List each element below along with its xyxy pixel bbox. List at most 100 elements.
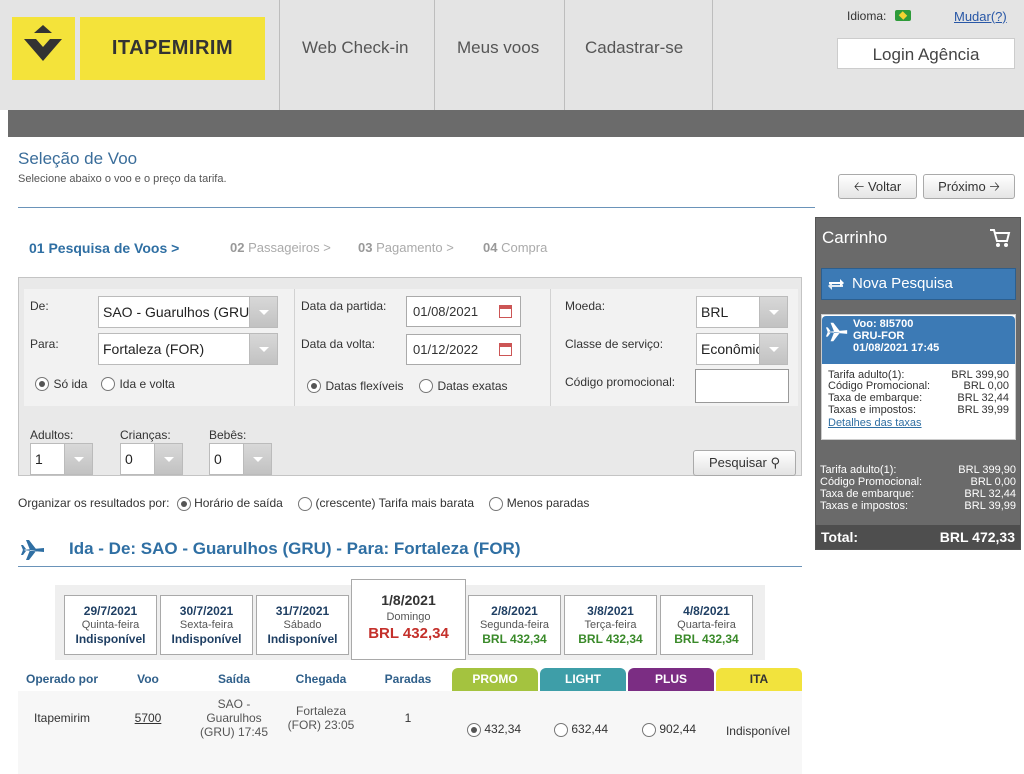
exact-dates-radio[interactable] bbox=[419, 378, 433, 393]
calendar-icon[interactable] bbox=[499, 343, 512, 356]
arrow-left-icon: 🡠 bbox=[853, 179, 865, 194]
nav-divider bbox=[564, 0, 565, 110]
infants-select[interactable]: 0 bbox=[209, 443, 272, 475]
fare-plus-radio[interactable] bbox=[642, 722, 656, 737]
cart-flight-number: Voo: 8I5700 bbox=[853, 318, 914, 330]
chevron-down-icon bbox=[249, 297, 277, 327]
one-way-option[interactable]: Só ida bbox=[35, 375, 87, 393]
brazil-flag-icon bbox=[895, 10, 911, 21]
round-trip-option[interactable]: Ida e volta bbox=[101, 375, 175, 393]
sort-departure-label: Horário de saída bbox=[194, 496, 283, 510]
flexible-dates-option[interactable]: Datas flexíveis bbox=[307, 377, 403, 395]
sort-cheapest-radio[interactable] bbox=[298, 496, 313, 511]
chevron-down-icon bbox=[759, 334, 787, 364]
fare-line-label: Código Promocional: bbox=[828, 380, 931, 392]
return-date-label: Data da volta: bbox=[301, 337, 376, 351]
nav-divider bbox=[434, 0, 435, 110]
nav-web-checkin[interactable]: Web Check-in bbox=[302, 38, 408, 58]
page-subtitle: Selecione abaixo o voo e o preço da tari… bbox=[18, 173, 227, 185]
fare-light-option[interactable]: 632,44 bbox=[554, 722, 608, 737]
nav-register[interactable]: Cadastrar-se bbox=[585, 38, 683, 58]
fare-line-label: Taxas e impostos: bbox=[828, 404, 917, 416]
from-select[interactable]: SAO - Guarulhos (GRU) bbox=[98, 296, 278, 328]
fare-light-radio[interactable] bbox=[554, 722, 568, 737]
children-label: Crianças: bbox=[120, 428, 171, 442]
fare-header-plus: PLUS bbox=[628, 668, 714, 691]
fare-line-label: Taxa de embarque: bbox=[828, 392, 923, 404]
flexible-dates-radio[interactable] bbox=[307, 378, 321, 393]
back-button[interactable]: 🡠 Voltar bbox=[838, 174, 917, 199]
fare-line-value: BRL 32,44 bbox=[957, 392, 1009, 404]
new-search-button[interactable]: Nova Pesquisa bbox=[821, 268, 1016, 300]
header-arrival: Chegada bbox=[295, 672, 347, 686]
class-label: Classe de serviço: bbox=[565, 337, 664, 351]
sort-departure-radio[interactable] bbox=[176, 496, 191, 511]
summary-label: Tarifa adulto(1): bbox=[820, 464, 897, 476]
depart-date-input[interactable]: 01/08/2021 bbox=[406, 296, 521, 327]
one-way-radio[interactable] bbox=[35, 376, 49, 391]
chevron-down-icon bbox=[64, 444, 92, 474]
brand-logo-text[interactable]: ITAPEMIRIM bbox=[80, 17, 265, 80]
summary-value: BRL 0,00 bbox=[970, 476, 1016, 488]
fare-plus-option[interactable]: 902,44 bbox=[642, 722, 696, 737]
refresh-icon bbox=[826, 276, 846, 293]
chevron-down-icon bbox=[249, 334, 277, 364]
departure-cell: SAO - Guarulhos (GRU) 17:45 bbox=[199, 697, 269, 739]
nav-divider bbox=[279, 0, 280, 110]
exact-dates-option[interactable]: Datas exatas bbox=[419, 377, 508, 395]
return-date-input[interactable]: 01/12/2022 bbox=[406, 334, 521, 365]
search-button[interactable]: Pesquisar ⚲ bbox=[693, 450, 796, 476]
round-trip-label: Ida e volta bbox=[119, 377, 175, 391]
header-bar bbox=[8, 110, 1024, 137]
fare-promo-radio[interactable] bbox=[467, 722, 481, 737]
header-flight: Voo bbox=[137, 672, 159, 686]
summary-value: BRL 39,99 bbox=[964, 500, 1016, 512]
round-trip-radio[interactable] bbox=[101, 376, 115, 391]
to-select[interactable]: Fortaleza (FOR) bbox=[98, 333, 278, 365]
header-operator: Operado por bbox=[25, 672, 98, 686]
tax-details-link[interactable]: Detalhes das taxas bbox=[828, 417, 922, 429]
form-divider bbox=[294, 289, 295, 406]
calendar-icon[interactable] bbox=[499, 305, 512, 318]
currency-select[interactable]: BRL bbox=[696, 296, 788, 328]
page-title: Seleção de Voo bbox=[18, 149, 138, 168]
fare-promo-option[interactable]: 432,34 bbox=[467, 722, 521, 737]
search-icon: ⚲ bbox=[770, 455, 780, 470]
fare-promo-price: 432,34 bbox=[484, 722, 522, 736]
step-passengers: 02 Passageiros > bbox=[230, 240, 331, 255]
date-tab[interactable]: 31/7/2021 Sábado Indisponível bbox=[256, 595, 349, 655]
summary-label: Taxa de embarque: bbox=[820, 488, 915, 500]
header-stops: Paradas bbox=[384, 672, 432, 686]
brand-logo-icon[interactable] bbox=[12, 17, 75, 80]
sort-fewest-stops-label: Menos paradas bbox=[506, 496, 590, 510]
next-label: Próximo bbox=[938, 179, 986, 194]
sort-fewest-stops-radio[interactable] bbox=[489, 496, 504, 511]
class-select[interactable]: Econômica bbox=[696, 333, 788, 365]
chevron-down-icon bbox=[154, 444, 182, 474]
fare-plus-price: 902,44 bbox=[659, 722, 697, 736]
cart-title: Carrinho bbox=[822, 228, 888, 247]
divider bbox=[18, 207, 815, 208]
exact-dates-label: Datas exatas bbox=[437, 379, 508, 393]
chevron-down-icon bbox=[759, 297, 787, 327]
children-select[interactable]: 0 bbox=[120, 443, 183, 475]
change-language-link[interactable]: Mudar(?) bbox=[954, 9, 1007, 24]
step-purchase: 04 Compra bbox=[483, 240, 548, 255]
date-tab[interactable]: 2/8/2021 Segunda-feira BRL 432,34 bbox=[468, 595, 561, 655]
infants-label: Bebês: bbox=[209, 428, 247, 442]
nav-my-flights[interactable]: Meus voos bbox=[457, 38, 539, 58]
next-button[interactable]: Próximo 🡢 bbox=[923, 174, 1015, 199]
adults-select[interactable]: 1 bbox=[30, 443, 93, 475]
date-tab[interactable]: 4/8/2021 Quarta-feira BRL 432,34 bbox=[660, 595, 753, 655]
date-tab[interactable]: 29/7/2021 Quinta-feira Indisponível bbox=[64, 595, 157, 655]
agency-login-button[interactable]: Login Agência bbox=[837, 38, 1015, 69]
fare-header-ita: ITA bbox=[716, 668, 802, 691]
promo-code-input[interactable] bbox=[695, 369, 789, 403]
divider bbox=[18, 566, 802, 567]
date-tab-selected[interactable]: 1/8/2021 Domingo BRL 432,34 bbox=[351, 579, 466, 660]
flight-number-link[interactable]: 5700 bbox=[118, 711, 178, 725]
cart-flight-datetime: 01/08/2021 17:45 bbox=[853, 342, 940, 354]
search-label: Pesquisar bbox=[709, 455, 767, 470]
date-tab[interactable]: 3/8/2021 Terça-feira BRL 432,34 bbox=[564, 595, 657, 655]
date-tab[interactable]: 30/7/2021 Sexta-feira Indisponível bbox=[160, 595, 253, 655]
